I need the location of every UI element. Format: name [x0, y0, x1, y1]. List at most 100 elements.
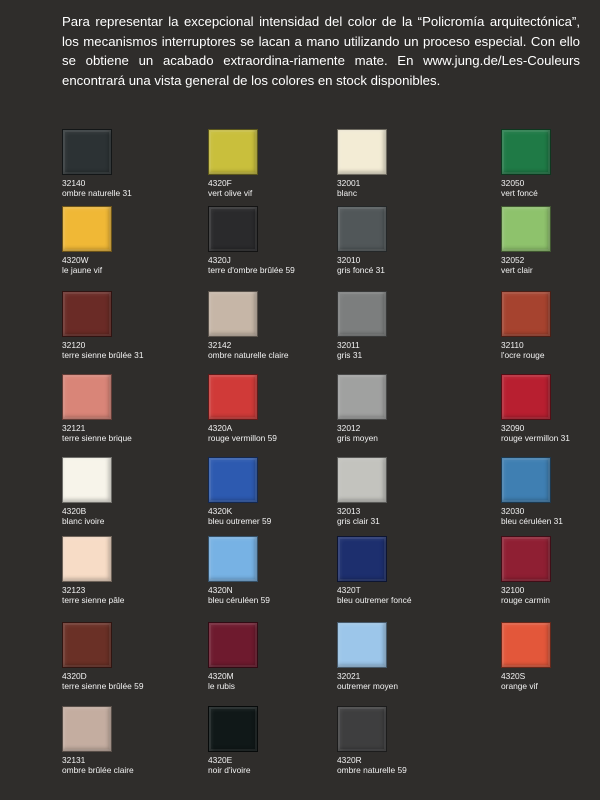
color-swatch-item: 32050 vert foncé — [501, 129, 585, 209]
color-code: 32100 — [501, 585, 525, 595]
color-code: 4320K — [208, 506, 233, 516]
color-swatch-item: 4320B blanc ivoire — [62, 457, 146, 537]
color-name: ombre naturelle claire — [208, 350, 289, 360]
color-code: 32050 — [501, 178, 525, 188]
color-swatch-item: 32013 gris clair 31 — [337, 457, 421, 537]
color-swatch-item: 32123 terre sienne pâle — [62, 536, 146, 616]
color-code: 32013 — [337, 506, 361, 516]
color-chip — [208, 206, 258, 252]
color-name: le jaune vif — [62, 265, 103, 275]
color-chip — [337, 129, 387, 175]
color-name: terre d'ombre brûlée 59 — [208, 265, 295, 275]
color-name: vert olive vif — [208, 188, 253, 198]
color-chip — [337, 536, 387, 582]
color-swatch-item: 32021 outremer moyen — [337, 622, 421, 702]
color-code: 32001 — [337, 178, 361, 188]
color-chip — [501, 536, 551, 582]
color-code: 32121 — [62, 423, 86, 433]
color-code: 32030 — [501, 506, 525, 516]
color-chip — [501, 374, 551, 420]
color-name: rouge vermillon 59 — [208, 433, 277, 443]
color-swatch-item: 4320F vert olive vif — [208, 129, 292, 209]
color-swatch-item: 4320T bleu outremer foncé — [337, 536, 421, 616]
color-swatch-item: 4320K bleu outremer 59 — [208, 457, 292, 537]
color-code: 4320F — [208, 178, 232, 188]
color-chip — [208, 622, 258, 668]
color-name: blanc — [337, 188, 358, 198]
color-name: rouge carmin — [501, 595, 550, 605]
color-swatch-item: 32090 rouge vermillon 31 — [501, 374, 585, 454]
color-name: outremer moyen — [337, 681, 398, 691]
color-swatch-item: 32052 vert clair — [501, 206, 585, 286]
color-chip — [62, 536, 112, 582]
color-swatch-item: 32011 gris 31 — [337, 291, 421, 371]
color-code: 4320W — [62, 255, 89, 265]
color-chip — [62, 622, 112, 668]
color-code: 4320M — [208, 671, 234, 681]
color-swatch-item: 32012 gris moyen — [337, 374, 421, 454]
color-name: noir d'ivoire — [208, 765, 251, 775]
color-chip — [62, 374, 112, 420]
color-code: 4320A — [208, 423, 233, 433]
color-chip — [501, 457, 551, 503]
color-code: 32131 — [62, 755, 86, 765]
color-code: 32120 — [62, 340, 86, 350]
color-name: rouge vermillon 31 — [501, 433, 570, 443]
color-chip — [337, 706, 387, 752]
color-swatch-item: 32120 terre sienne brûlée 31 — [62, 291, 146, 371]
color-swatch-item: 4320W le jaune vif — [62, 206, 146, 286]
color-swatch-item: 32131 ombre brûlée claire — [62, 706, 146, 786]
color-chip — [62, 206, 112, 252]
color-chip — [62, 706, 112, 752]
color-code: 32052 — [501, 255, 525, 265]
color-code: 4320N — [208, 585, 233, 595]
color-swatch-item: 32110 l'ocre rouge — [501, 291, 585, 371]
color-name: bleu céruléen 59 — [208, 595, 270, 605]
color-chip — [501, 206, 551, 252]
color-name: gris foncé 31 — [337, 265, 385, 275]
color-chip — [208, 706, 258, 752]
color-name: bleu céruléen 31 — [501, 516, 563, 526]
color-code: 4320D — [62, 671, 87, 681]
intro-paragraph: Para representar la excepcional intensid… — [62, 14, 580, 88]
color-swatch-item: 4320M le rubis — [208, 622, 292, 702]
color-code: 4320T — [337, 585, 361, 595]
color-chip — [208, 129, 258, 175]
color-name: terre sienne brûlée 59 — [62, 681, 144, 691]
color-code: 32090 — [501, 423, 525, 433]
color-chip — [337, 374, 387, 420]
color-chip — [208, 536, 258, 582]
color-code: 32011 — [337, 340, 360, 350]
color-chip — [337, 291, 387, 337]
color-code: 4320J — [208, 255, 231, 265]
color-swatch-item: 4320R ombre naturelle 59 — [337, 706, 421, 786]
color-chip — [501, 291, 551, 337]
color-swatch-item: 4320D terre sienne brûlée 59 — [62, 622, 146, 702]
color-chip — [208, 457, 258, 503]
color-name: gris 31 — [337, 350, 363, 360]
color-name: gris clair 31 — [337, 516, 380, 526]
color-chip — [208, 291, 258, 337]
color-swatch-item: 32140 ombre naturelle 31 — [62, 129, 146, 209]
color-chip — [62, 457, 112, 503]
color-code: 32010 — [337, 255, 361, 265]
color-chip — [501, 129, 551, 175]
color-chip — [337, 457, 387, 503]
color-code: 32140 — [62, 178, 86, 188]
color-chip — [62, 291, 112, 337]
color-name: l'ocre rouge — [501, 350, 545, 360]
color-swatch-item: 4320E noir d'ivoire — [208, 706, 292, 786]
color-code: 32012 — [337, 423, 361, 433]
color-swatch-item: 32001 blanc — [337, 129, 421, 209]
color-chip — [337, 622, 387, 668]
color-code: 4320R — [337, 755, 362, 765]
color-name: orange vif — [501, 681, 538, 691]
color-swatch-item: 32030 bleu céruléen 31 — [501, 457, 585, 537]
color-code: 4320S — [501, 671, 526, 681]
color-code: 32142 — [208, 340, 232, 350]
color-name: bleu outremer 59 — [208, 516, 272, 526]
color-name: ombre naturelle 59 — [337, 765, 407, 775]
color-chip — [62, 129, 112, 175]
color-swatch-item: 32100 rouge carmin — [501, 536, 585, 616]
color-chip — [501, 622, 551, 668]
